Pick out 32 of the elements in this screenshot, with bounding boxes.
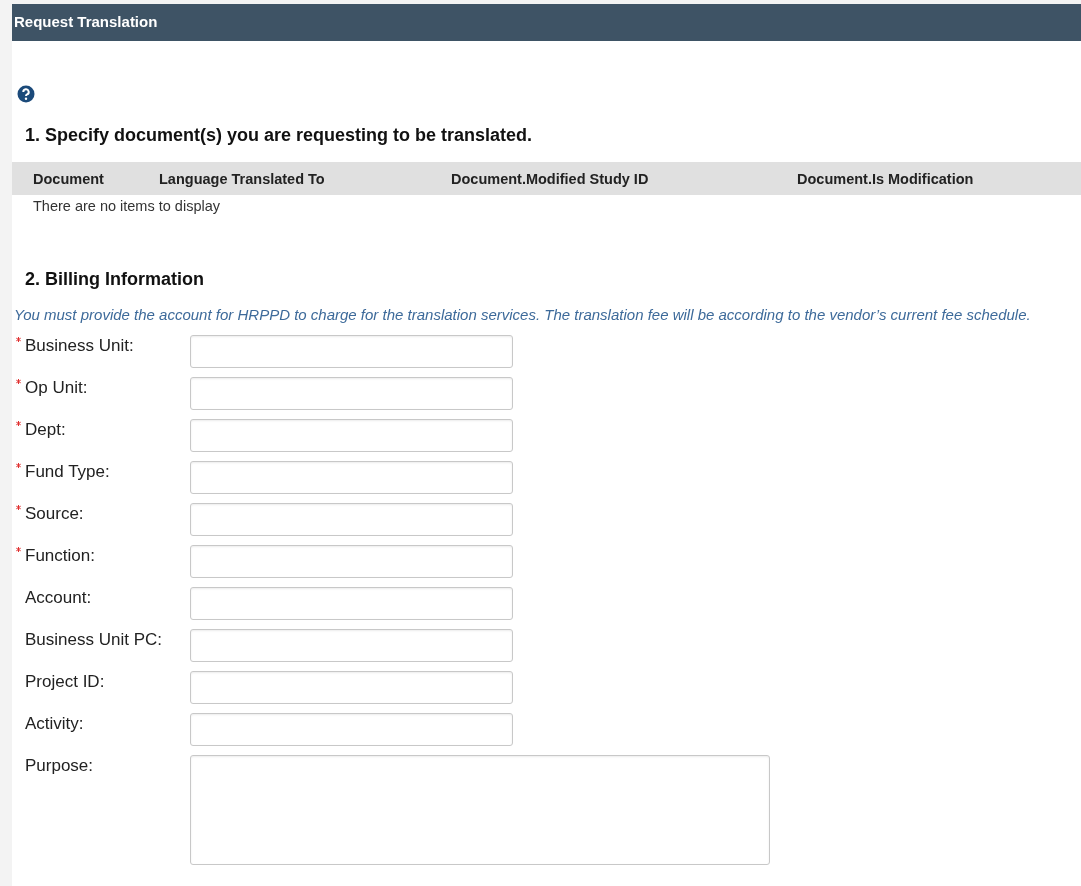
empty-table-message: There are no items to display (33, 198, 220, 214)
field-label: Business Unit: (25, 335, 135, 356)
field-label: Fund Type: (25, 461, 111, 482)
purpose-textarea[interactable] (190, 755, 770, 865)
section-heading: 2. Billing Information (25, 269, 205, 290)
text-field[interactable] (190, 461, 513, 494)
column-header: Document (33, 170, 105, 187)
text-field[interactable] (190, 545, 513, 578)
text-field[interactable] (190, 419, 513, 452)
field-label: Account: (25, 587, 93, 608)
text-field[interactable] (190, 671, 513, 704)
column-header: Document.Is Modification (797, 170, 975, 187)
text-field[interactable] (190, 503, 513, 536)
field-label: Dept: (25, 419, 67, 440)
text-field[interactable] (190, 713, 513, 746)
billing-description: You must provide the account for HRPPD to charge for the translation services. The translation fee will be according to the vendor’s current fee schedule. (14, 307, 1032, 323)
help-icon[interactable] (17, 85, 35, 103)
field-label: Business Unit PC: (25, 629, 163, 650)
column-header: Language Translated To (159, 170, 326, 187)
field-label: Function: (25, 545, 96, 566)
section-heading: 1. Specify document(s) you are requesting to be translated. (25, 125, 534, 146)
column-header: Document.Modified Study ID (451, 170, 650, 187)
field-label: Source: (25, 503, 85, 524)
text-field[interactable] (190, 587, 513, 620)
text-field[interactable] (190, 335, 513, 368)
window-title: Request Translation (13, 12, 159, 30)
field-label: Project ID: (25, 671, 106, 692)
text-field[interactable] (190, 629, 513, 662)
field-label: Op Unit: (25, 377, 89, 398)
text-field[interactable] (190, 377, 513, 410)
field-label: Activity: (25, 713, 85, 734)
field-label: Purpose: (25, 755, 95, 776)
